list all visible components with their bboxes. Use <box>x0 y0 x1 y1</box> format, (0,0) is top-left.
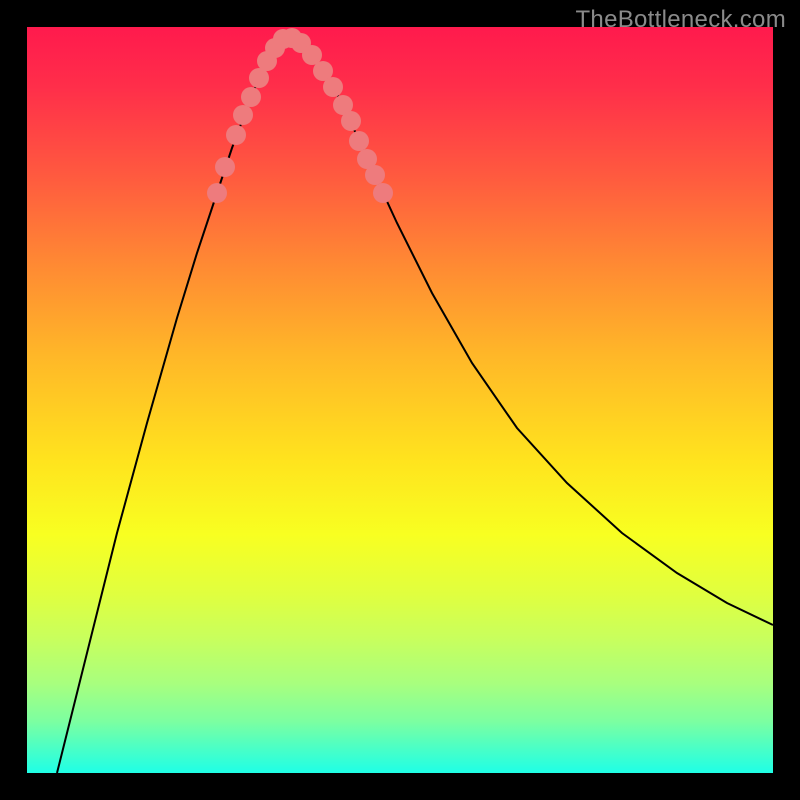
curve-marker <box>207 183 227 203</box>
plot-area <box>27 27 773 773</box>
curve-marker <box>341 111 361 131</box>
curve-marker <box>233 105 253 125</box>
bottleneck-curve <box>57 37 773 773</box>
chart-svg <box>27 27 773 773</box>
marker-group <box>207 28 393 203</box>
curve-marker <box>215 157 235 177</box>
curve-marker <box>241 87 261 107</box>
curve-marker <box>365 165 385 185</box>
curve-marker <box>249 68 269 88</box>
watermark-text: TheBottleneck.com <box>575 6 786 34</box>
curve-marker <box>373 183 393 203</box>
curve-marker <box>323 77 343 97</box>
curve-marker <box>226 125 246 145</box>
outer-frame: TheBottleneck.com <box>0 0 800 800</box>
curve-marker <box>349 131 369 151</box>
